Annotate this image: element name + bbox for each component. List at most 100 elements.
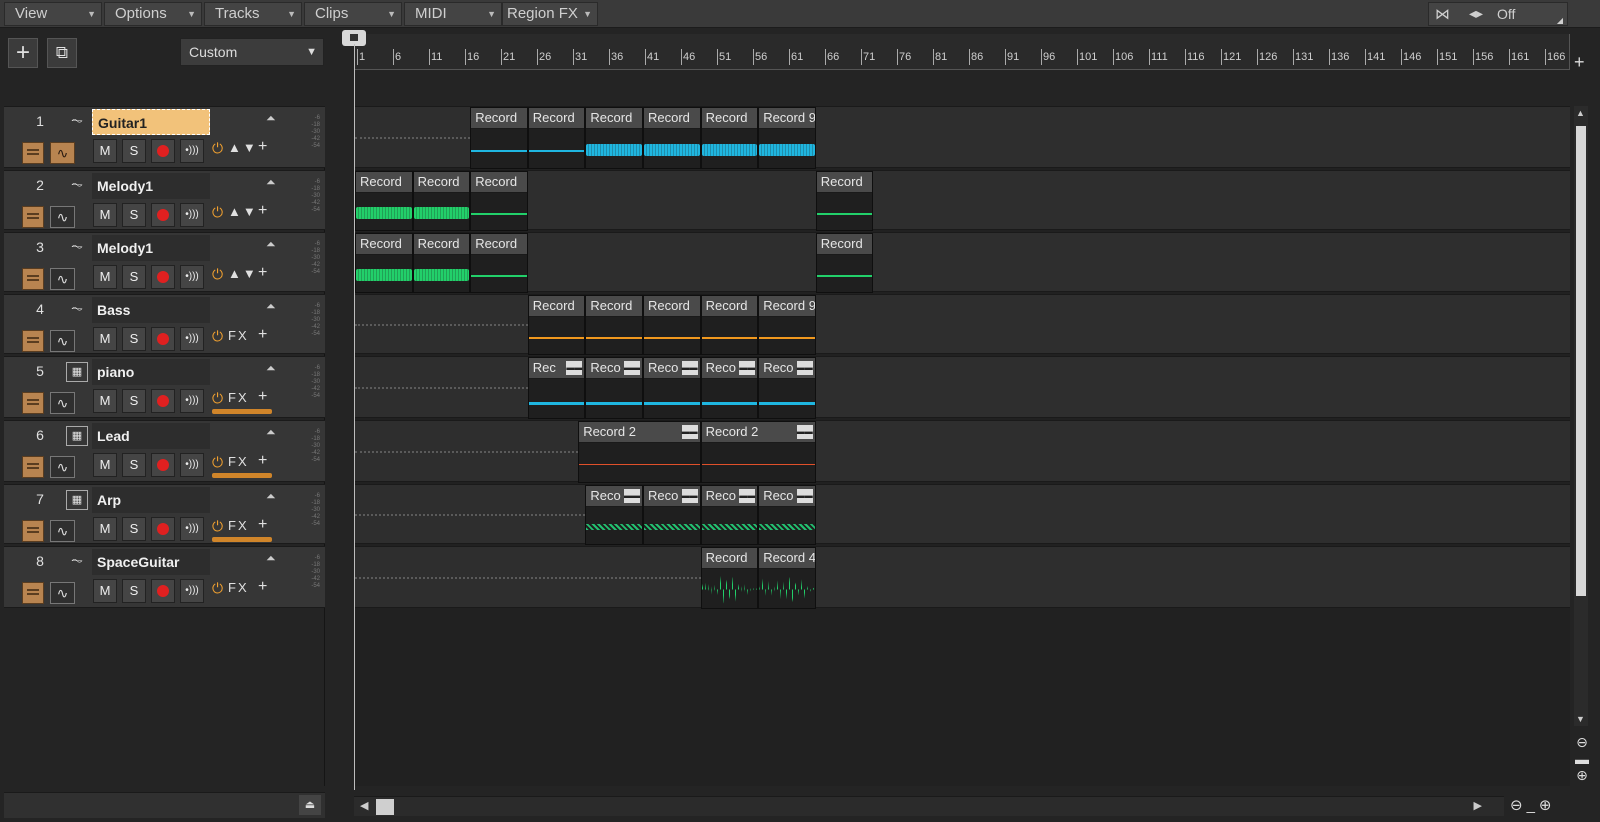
- track-view-icon[interactable]: [22, 392, 44, 414]
- track-name-field[interactable]: Lead: [92, 423, 210, 449]
- clip-header[interactable]: Record: [471, 234, 527, 255]
- track-header[interactable]: 8 ⏦ SpaceGuitar ⏶ ∿ M S •))) ⏻ FX + -6 -1…: [4, 546, 325, 608]
- track-order-arrows-icon[interactable]: ▲▼: [228, 140, 258, 155]
- track-header[interactable]: 6 ▦ Lead ⏶ ∿ M S •))) ⏻ FX + -6 -18 -30 -42…: [4, 420, 325, 482]
- record-arm-button[interactable]: [151, 517, 175, 541]
- solo-button[interactable]: S: [122, 265, 146, 289]
- power-icon[interactable]: ⏻: [212, 518, 223, 535]
- midi-group-icon[interactable]: ▬▬: [739, 489, 756, 503]
- menu-midi[interactable]: MIDI ▼: [404, 2, 502, 26]
- record-arm-button[interactable]: [151, 579, 175, 603]
- clip-header[interactable]: Reco ▬▬: [759, 358, 815, 379]
- menu-view[interactable]: View ▼: [4, 2, 102, 26]
- clip-header[interactable]: Record: [816, 172, 873, 193]
- clip[interactable]: Record: [700, 107, 759, 169]
- fx-bin-button[interactable]: FX: [228, 328, 249, 343]
- track-name-field[interactable]: Arp: [92, 487, 210, 513]
- clip-header[interactable]: Record: [644, 296, 700, 317]
- clip-header[interactable]: Record: [586, 296, 642, 317]
- track-lane[interactable]: Record Record Record Record Record Record 9: [355, 106, 1570, 169]
- scroll-thumb[interactable]: [1576, 126, 1586, 596]
- fx-bin-button[interactable]: FX: [228, 518, 249, 533]
- midi-group-icon[interactable]: ▬▬: [681, 361, 698, 375]
- clip-header[interactable]: Reco ▬▬: [759, 486, 815, 507]
- clip-header[interactable]: Record: [528, 108, 585, 129]
- menu-options[interactable]: Options ▼: [104, 2, 202, 26]
- midi-group-icon[interactable]: ▬▬: [623, 361, 640, 375]
- clip-header[interactable]: Reco ▬▬: [701, 358, 758, 379]
- clip[interactable]: Record: [355, 233, 413, 293]
- clip[interactable]: Record 9: [758, 295, 816, 355]
- track-header[interactable]: 2 ⏦ Melody1 ⏶ ∿ M S •))) ⏻ ▲▼ + -6 -18 -30…: [4, 170, 325, 230]
- clip[interactable]: Record: [470, 107, 528, 169]
- expand-collapse-icon[interactable]: ⏶: [266, 361, 276, 376]
- zoom-out-icon[interactable]: ⊖: [1572, 734, 1592, 751]
- horizontal-scrollbar[interactable]: ◀ ▶: [354, 796, 1504, 816]
- zoom-slider[interactable]: ▬: [1572, 751, 1592, 767]
- add-icon[interactable]: +: [258, 452, 267, 470]
- track-lane[interactable]: Rec ▬▬ Reco ▬▬ Reco ▬▬ Reco ▬▬ Reco ▬▬: [355, 356, 1570, 419]
- track-name-field[interactable]: Bass: [92, 297, 210, 323]
- record-arm-button[interactable]: [151, 265, 175, 289]
- add-icon[interactable]: +: [258, 202, 267, 220]
- clip-header[interactable]: Record: [701, 296, 758, 317]
- clip[interactable]: Reco ▬▬: [700, 357, 759, 419]
- clip[interactable]: Record 9: [758, 107, 816, 169]
- record-arm-button[interactable]: [151, 453, 175, 477]
- input-echo-button[interactable]: •))): [180, 265, 204, 289]
- mute-button[interactable]: M: [93, 579, 117, 603]
- clip-header[interactable]: Record: [471, 172, 527, 193]
- solo-button[interactable]: S: [122, 389, 146, 413]
- track-view-preset-select[interactable]: Custom ▼: [180, 38, 324, 66]
- solo-button[interactable]: S: [122, 203, 146, 227]
- solo-button[interactable]: S: [122, 517, 146, 541]
- add-icon[interactable]: +: [258, 578, 267, 596]
- track-lane[interactable]: Reco ▬▬ Reco ▬▬ Reco ▬▬ Reco ▬▬: [355, 484, 1570, 545]
- midi-group-icon[interactable]: ▬▬: [796, 489, 813, 503]
- clip-header[interactable]: Record 4: [759, 548, 815, 569]
- clip[interactable]: Reco ▬▬: [758, 485, 816, 545]
- track-lane[interactable]: Record Record 4: [355, 546, 1570, 609]
- track-view-icon[interactable]: [22, 268, 44, 290]
- mute-button[interactable]: M: [93, 265, 117, 289]
- clip[interactable]: Reco ▬▬: [700, 485, 759, 545]
- expand-collapse-icon[interactable]: ⏶: [266, 489, 276, 504]
- clip[interactable]: Record: [355, 171, 413, 231]
- automation-icon[interactable]: ∿: [50, 582, 75, 604]
- clip-header[interactable]: Reco ▬▬: [644, 358, 700, 379]
- automation-icon[interactable]: ∿: [50, 142, 75, 164]
- expand-collapse-icon[interactable]: ⏶: [266, 111, 276, 126]
- clip-header[interactable]: Record 2 ▬▬: [579, 422, 700, 443]
- fx-bin-button[interactable]: FX: [228, 454, 249, 469]
- collapse-icon[interactable]: ⏏: [299, 795, 321, 815]
- midi-group-icon[interactable]: ▬▬: [796, 425, 813, 439]
- clip[interactable]: Record: [585, 295, 643, 355]
- solo-button[interactable]: S: [122, 453, 146, 477]
- envelope-icon[interactable]: ⋈: [1435, 5, 1450, 23]
- input-echo-button[interactable]: •))): [180, 389, 204, 413]
- expand-collapse-icon[interactable]: ⏶: [266, 551, 276, 566]
- expand-collapse-icon[interactable]: ⏶: [266, 425, 276, 440]
- clip-header[interactable]: Record: [356, 234, 412, 255]
- menu-region-fx[interactable]: Region FX ▼: [502, 2, 598, 26]
- add-icon[interactable]: +: [258, 516, 267, 534]
- clip-header[interactable]: Reco ▬▬: [586, 486, 642, 507]
- add-icon[interactable]: +: [258, 264, 267, 282]
- clip-header[interactable]: Reco ▬▬: [644, 486, 700, 507]
- clip-header[interactable]: Rec ▬▬: [528, 358, 585, 379]
- clip[interactable]: Record: [585, 107, 643, 169]
- clip-header[interactable]: Record: [701, 108, 758, 129]
- clip[interactable]: Record: [700, 295, 759, 355]
- clip[interactable]: Record: [700, 547, 759, 609]
- track-view-icon[interactable]: [22, 142, 44, 164]
- clip[interactable]: Reco ▬▬: [643, 485, 701, 545]
- track-name-field[interactable]: SpaceGuitar: [92, 549, 210, 575]
- clip[interactable]: Record: [527, 295, 586, 355]
- clip-area[interactable]: Record Record Record Record Record Record 9 Re…: [355, 106, 1570, 786]
- clip[interactable]: Reco ▬▬: [585, 485, 643, 545]
- power-icon[interactable]: ⏻: [212, 580, 223, 597]
- clip[interactable]: Record: [643, 107, 701, 169]
- record-arm-button[interactable]: [151, 139, 175, 163]
- expand-collapse-icon[interactable]: ⏶: [266, 237, 276, 252]
- clip-header[interactable]: Record 2 ▬▬: [701, 422, 815, 443]
